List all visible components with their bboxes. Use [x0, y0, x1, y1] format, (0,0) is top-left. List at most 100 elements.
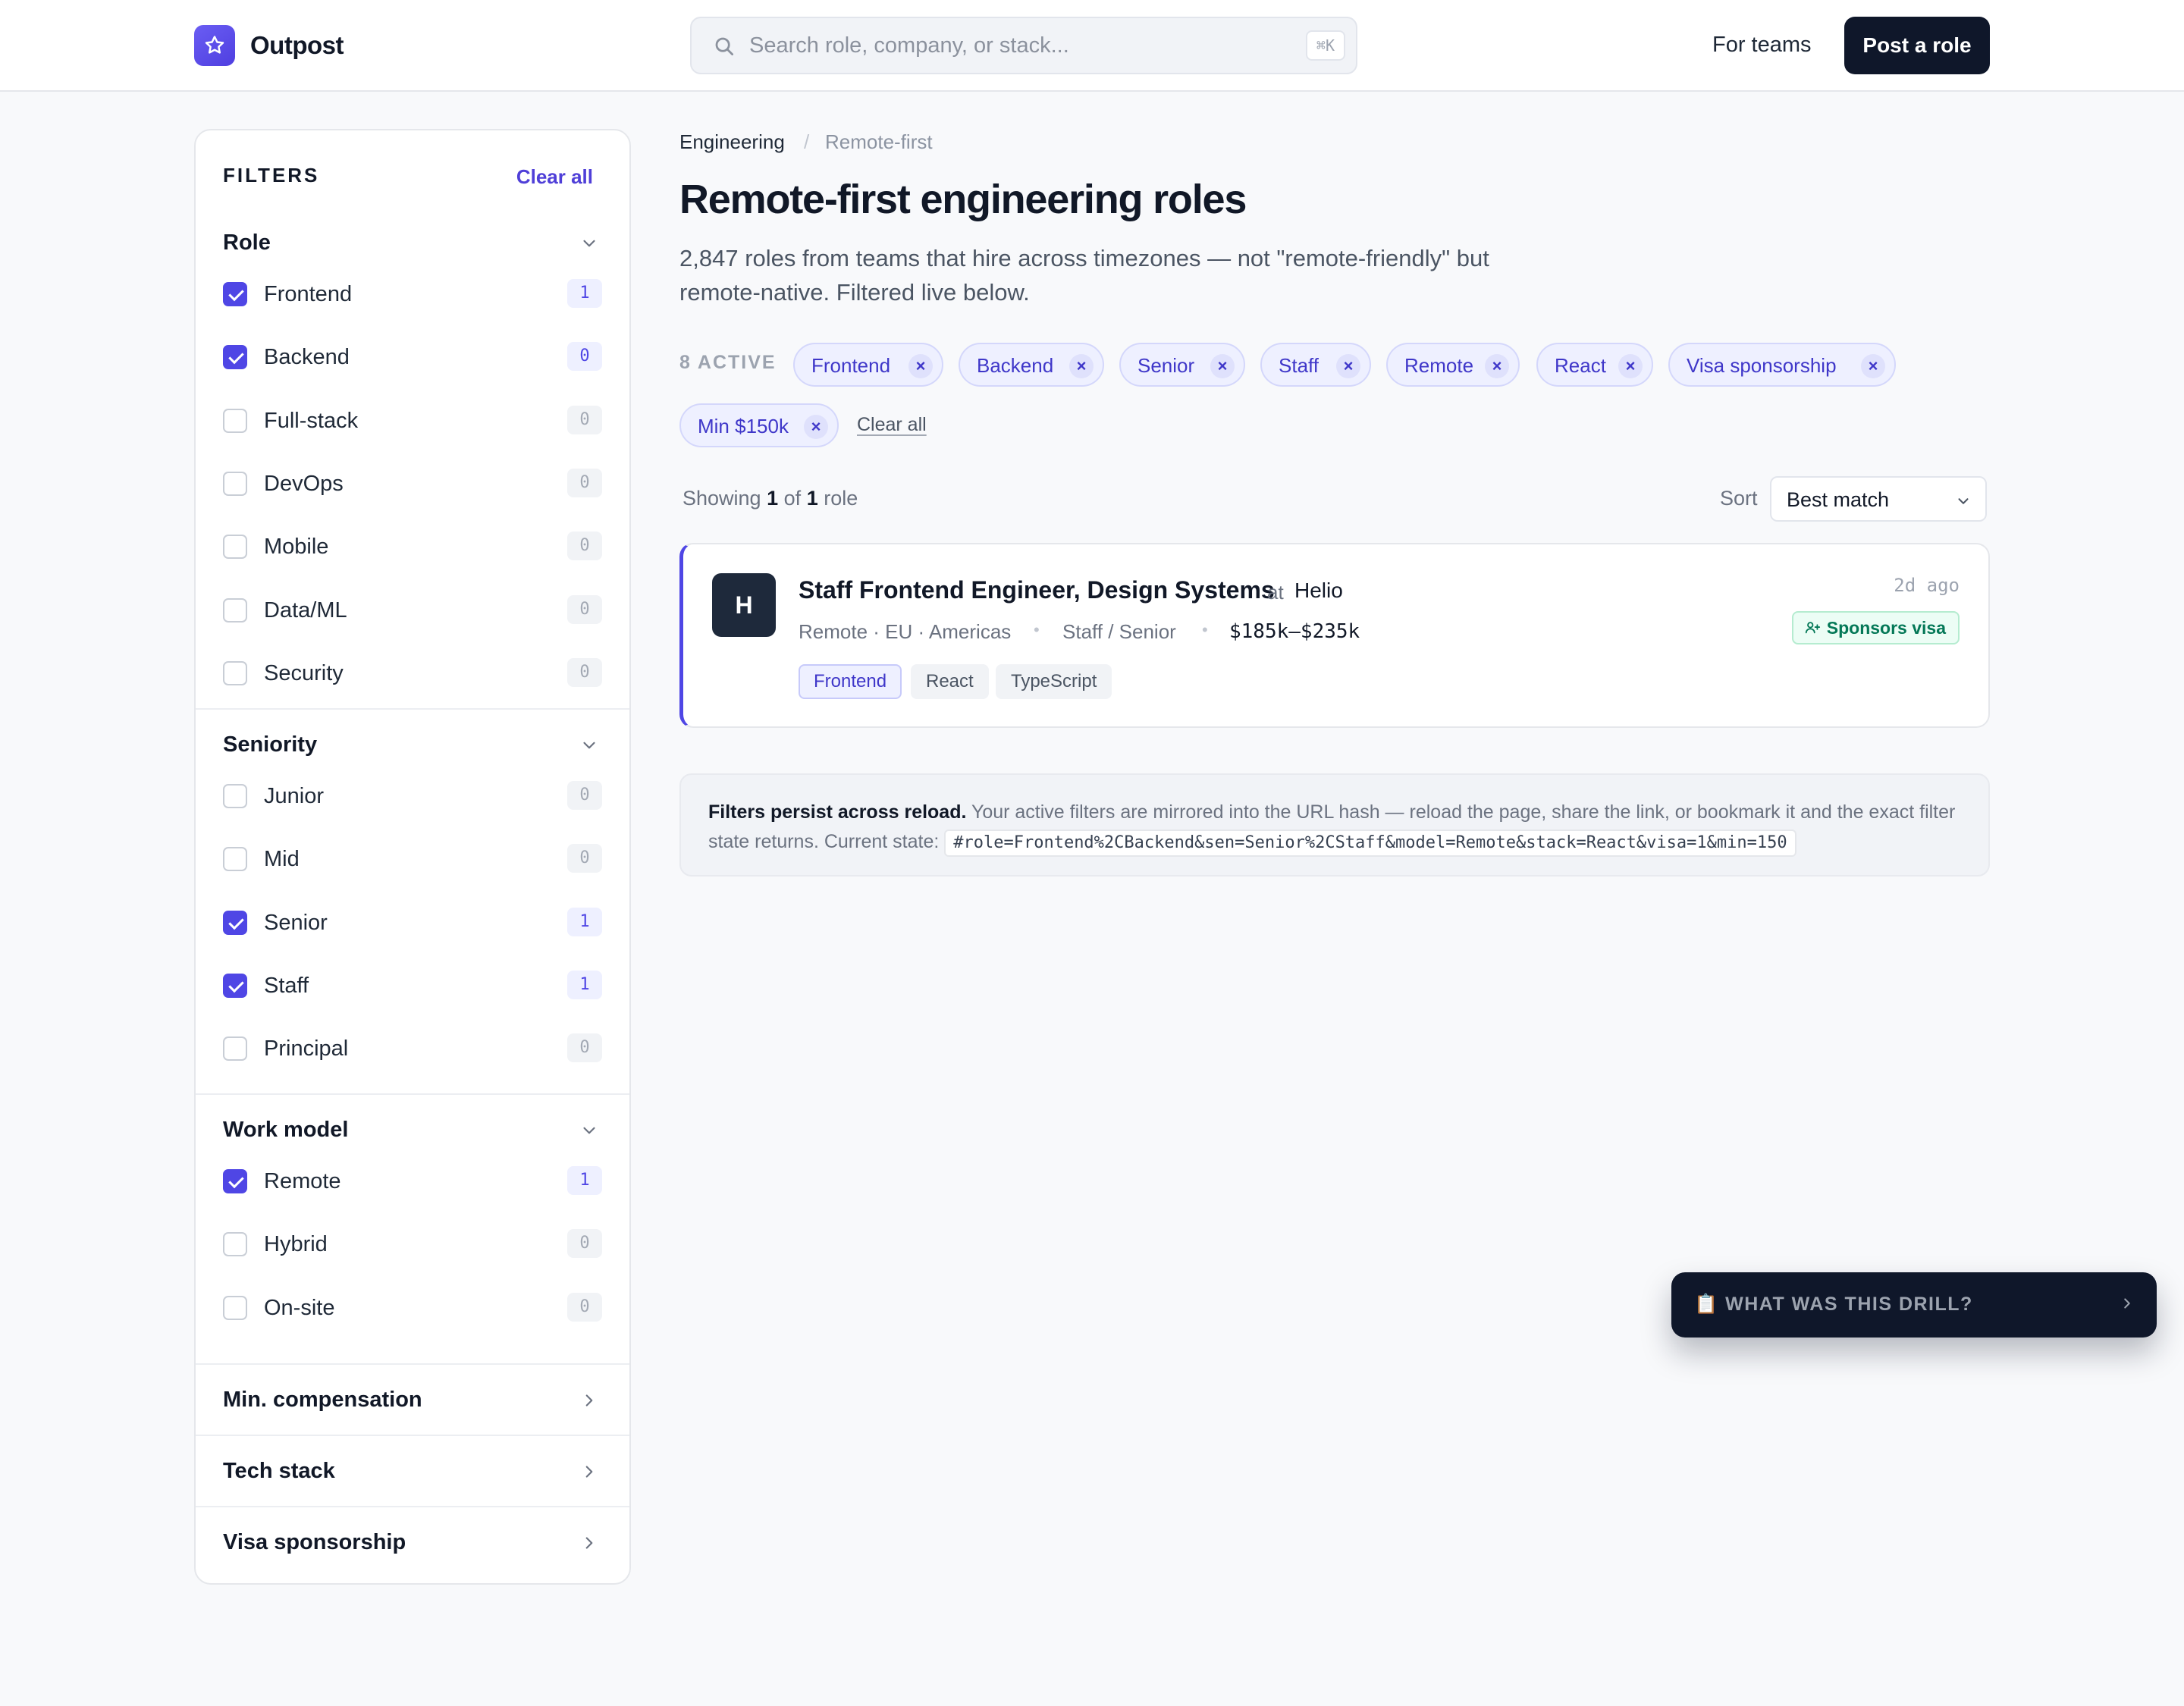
- company-name[interactable]: Helio: [1294, 579, 1343, 603]
- close-icon[interactable]: ×: [1210, 354, 1235, 378]
- filter-chip[interactable]: Min $150k ×: [679, 403, 839, 447]
- filter-option-backend[interactable]: Backend 0: [223, 342, 602, 372]
- filter-count-badge: 0: [567, 405, 602, 434]
- visa-sponsorship-section-title[interactable]: Visa sponsorship: [223, 1530, 406, 1555]
- chevron-down-icon[interactable]: [579, 735, 599, 759]
- chevron-right-icon[interactable]: [579, 1462, 599, 1485]
- brand-name: Outpost: [250, 31, 344, 59]
- close-icon[interactable]: ×: [1618, 354, 1643, 378]
- filter-checkbox[interactable]: [223, 1232, 247, 1257]
- results-suffix: role: [824, 487, 858, 510]
- job-card[interactable]: H Staff Frontend Engineer, Design System…: [679, 543, 1990, 728]
- filter-chip[interactable]: Remote ×: [1386, 343, 1520, 387]
- job-tag: TypeScript: [996, 664, 1112, 699]
- search-bar[interactable]: ⌘K: [690, 17, 1357, 74]
- chevron-down-icon[interactable]: [579, 234, 599, 257]
- filter-chip-label: React: [1555, 354, 1606, 377]
- filter-option-hybrid[interactable]: Hybrid 0: [223, 1229, 602, 1259]
- filter-chip[interactable]: React ×: [1536, 343, 1653, 387]
- filter-option-junior[interactable]: Junior 0: [223, 781, 602, 811]
- clear-all-chips-link[interactable]: Clear all: [857, 414, 927, 436]
- filter-option-label: Security: [264, 660, 344, 685]
- filter-option-on-site[interactable]: On-site 0: [223, 1292, 602, 1323]
- filter-checkbox[interactable]: [223, 597, 247, 623]
- sort-select[interactable]: Best match: [1770, 476, 1987, 522]
- filter-option-principal[interactable]: Principal 0: [223, 1033, 602, 1064]
- company-logo: H: [712, 573, 776, 637]
- job-location: Remote · EU · Americas: [799, 620, 1012, 643]
- breadcrumb-engineering[interactable]: Engineering: [679, 130, 785, 154]
- filter-checkbox[interactable]: [223, 1169, 247, 1193]
- filter-chip[interactable]: Frontend ×: [793, 343, 943, 387]
- filter-count-badge: 1: [567, 1166, 602, 1195]
- filter-count-badge: 0: [567, 342, 602, 372]
- brand[interactable]: Outpost: [194, 25, 344, 66]
- close-icon[interactable]: ×: [1069, 354, 1094, 378]
- filter-count-badge: 1: [567, 907, 602, 936]
- chevron-right-icon[interactable]: [579, 1533, 599, 1557]
- close-icon[interactable]: ×: [804, 415, 828, 439]
- role-section-title[interactable]: Role: [223, 230, 271, 256]
- filter-count-badge: 1: [567, 279, 602, 308]
- filter-option-remote[interactable]: Remote 1: [223, 1166, 602, 1196]
- work-model-section-title[interactable]: Work model: [223, 1118, 348, 1143]
- filter-option-frontend[interactable]: Frontend 1: [223, 279, 602, 309]
- filter-checkbox[interactable]: [223, 847, 247, 872]
- filter-option-devops[interactable]: DevOps 0: [223, 468, 602, 499]
- section-divider: [196, 708, 629, 710]
- filter-count-badge: 0: [567, 468, 602, 497]
- min-compensation-section-title[interactable]: Min. compensation: [223, 1388, 422, 1413]
- url-state-code: #role=Frontend%2CBackend&sen=Senior%2CSt…: [944, 829, 1796, 857]
- visa-badge: Sponsors visa: [1791, 611, 1960, 644]
- filter-checkbox[interactable]: [223, 784, 247, 808]
- filter-option-security[interactable]: Security 0: [223, 657, 602, 688]
- filter-chip-label: Min $150k: [698, 415, 789, 437]
- filter-checkbox[interactable]: [223, 660, 247, 685]
- close-icon[interactable]: ×: [1336, 354, 1360, 378]
- for-teams-link[interactable]: For teams: [1712, 33, 1812, 58]
- filter-chip-label: Senior: [1138, 354, 1195, 377]
- filter-option-staff[interactable]: Staff 1: [223, 970, 602, 1001]
- close-icon[interactable]: ×: [1485, 354, 1509, 378]
- filter-chip[interactable]: Senior ×: [1119, 343, 1245, 387]
- filter-chip[interactable]: Staff ×: [1260, 343, 1371, 387]
- filter-option-mobile[interactable]: Mobile 0: [223, 532, 602, 562]
- filter-checkbox[interactable]: [223, 345, 247, 370]
- clear-all-filters-link[interactable]: Clear all: [516, 165, 593, 189]
- seniority-section-title[interactable]: Seniority: [223, 732, 317, 757]
- chevron-right-icon[interactable]: [579, 1391, 599, 1414]
- filter-checkbox[interactable]: [223, 973, 247, 998]
- search-shortcut-hint: ⌘K: [1305, 30, 1345, 61]
- filter-checkbox[interactable]: [223, 535, 247, 560]
- chevron-down-icon[interactable]: [579, 1121, 599, 1144]
- filter-checkbox[interactable]: [223, 1295, 247, 1320]
- filter-option-senior[interactable]: Senior 1: [223, 907, 602, 938]
- filter-option-data-ml[interactable]: Data/ML 0: [223, 594, 602, 626]
- tech-stack-section-title[interactable]: Tech stack: [223, 1459, 335, 1484]
- filter-option-label: Remote: [264, 1169, 341, 1193]
- filter-checkbox[interactable]: [223, 471, 247, 496]
- job-title[interactable]: Staff Frontend Engineer, Design Systems: [799, 576, 1275, 604]
- filter-count-badge: 0: [567, 844, 602, 873]
- filter-checkbox[interactable]: [223, 910, 247, 935]
- filter-chip[interactable]: Backend ×: [959, 343, 1104, 387]
- filter-option-label: Data/ML: [264, 597, 347, 623]
- search-input[interactable]: [749, 29, 1219, 62]
- close-icon[interactable]: ×: [1861, 354, 1885, 378]
- filter-option-mid[interactable]: Mid 0: [223, 844, 602, 874]
- filter-checkbox[interactable]: [223, 408, 247, 433]
- sort-label: Sort: [1720, 487, 1758, 510]
- filter-checkbox[interactable]: [223, 1036, 247, 1062]
- post-role-button[interactable]: Post a role: [1844, 17, 1990, 74]
- results-prefix: Showing: [682, 487, 761, 510]
- filter-option-full-stack[interactable]: Full-stack 0: [223, 405, 602, 436]
- drill-info-button[interactable]: 📋 WHAT WAS THIS DRILL?: [1671, 1272, 2157, 1338]
- close-icon[interactable]: ×: [908, 354, 933, 378]
- section-divider: [196, 1435, 629, 1436]
- visa-badge-label: Sponsors visa: [1826, 617, 1946, 638]
- filter-chip[interactable]: Visa sponsorship ×: [1668, 343, 1896, 387]
- filters-sidebar: FILTERS Clear all Role Frontend 1 Backend 0…: [194, 129, 631, 1585]
- section-divider: [196, 1093, 629, 1095]
- filter-checkbox[interactable]: [223, 282, 247, 306]
- posted-age: 2d ago: [1894, 575, 1960, 596]
